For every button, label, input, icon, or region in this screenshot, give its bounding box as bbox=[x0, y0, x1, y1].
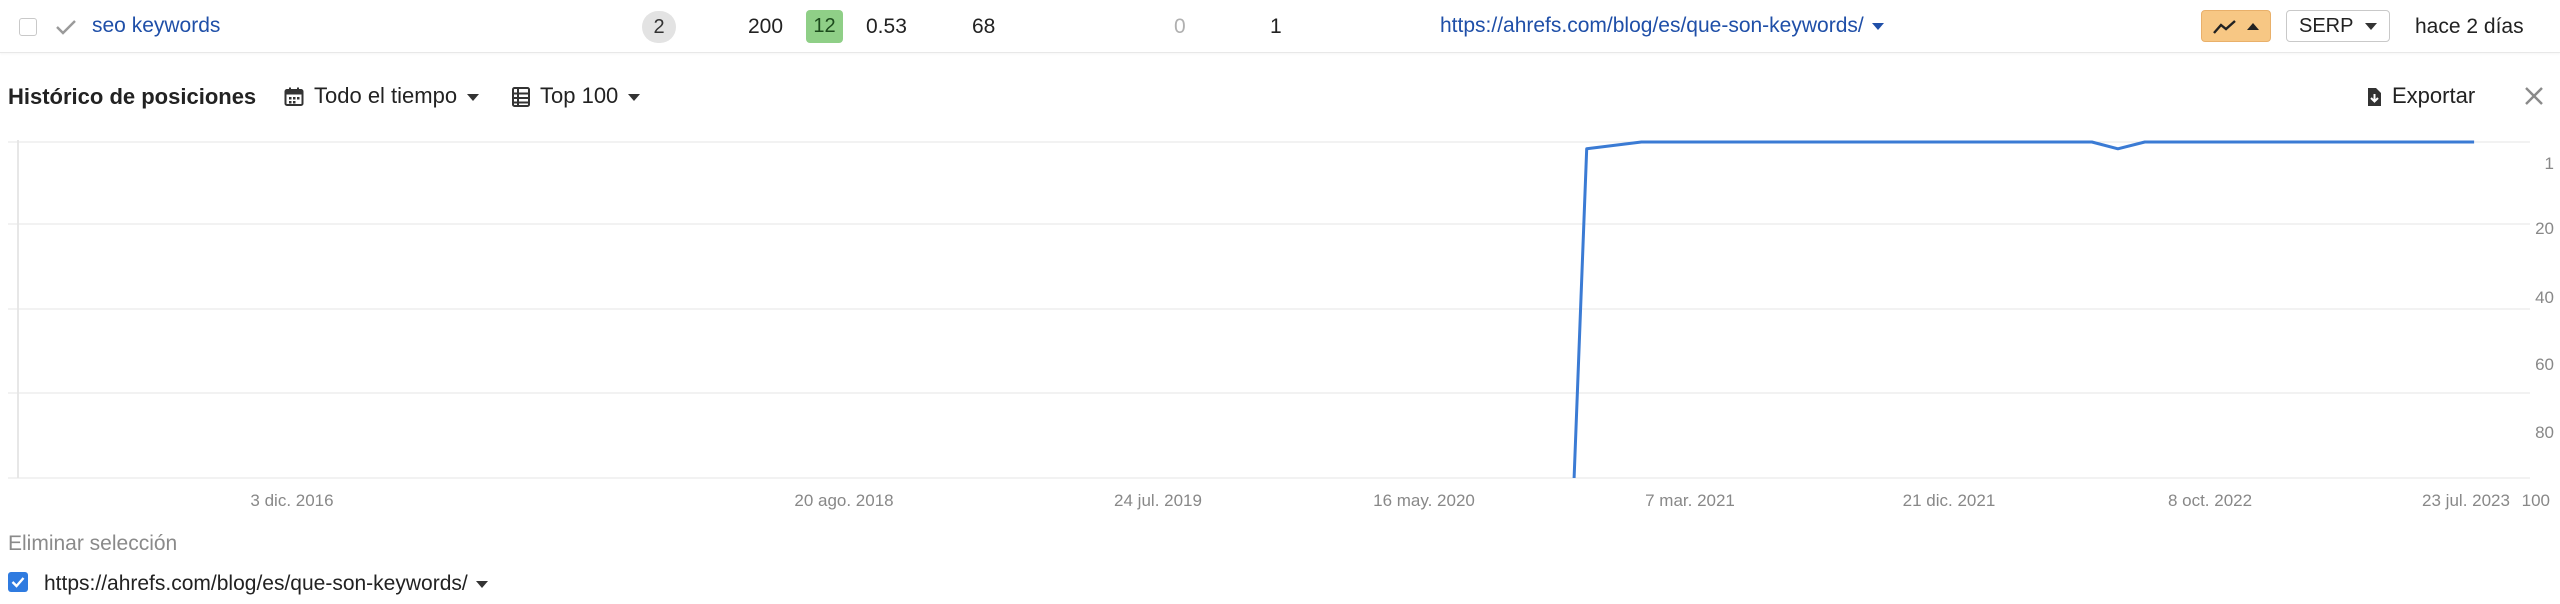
panel-title: Histórico de posiciones bbox=[8, 84, 257, 109]
keyword-link[interactable]: seo keywords bbox=[92, 14, 220, 38]
top-filter-dropdown[interactable]: Top 100 bbox=[512, 80, 641, 112]
series-checkbox[interactable] bbox=[8, 572, 28, 592]
top-filter-label: Top 100 bbox=[540, 83, 619, 108]
y-tick-label: 60 bbox=[2535, 355, 2554, 374]
date-range-label: Todo el tiempo bbox=[314, 83, 458, 108]
position-value: 1 bbox=[1270, 15, 1282, 38]
chevron-down-icon bbox=[467, 93, 480, 101]
updated-time: hace 2 días bbox=[2415, 15, 2524, 38]
traffic-value: 68 bbox=[972, 15, 996, 38]
url-link[interactable]: https://ahrefs.com/blog/es/que-son-keywo… bbox=[1440, 14, 1884, 38]
y-tick-label: 1 bbox=[2545, 154, 2554, 173]
caret-up-icon bbox=[2247, 23, 2259, 30]
series-line bbox=[1572, 140, 2475, 479]
x-tick-label: 24 jul. 2019 bbox=[1114, 491, 1202, 510]
x-tick-label: 8 oct. 2022 bbox=[2168, 491, 2252, 510]
export-button[interactable]: Exportar bbox=[2366, 80, 2475, 112]
kd-badge: 2 bbox=[642, 11, 676, 43]
export-label: Exportar bbox=[2392, 83, 2476, 108]
series-url-dropdown[interactable]: https://ahrefs.com/blog/es/que-son-keywo… bbox=[44, 572, 488, 596]
serp-label: SERP bbox=[2299, 15, 2354, 37]
y-tick-label: 40 bbox=[2535, 288, 2554, 307]
x-tick-label: 16 may. 2020 bbox=[1373, 491, 1475, 510]
serp-button[interactable]: SERP bbox=[2286, 10, 2390, 42]
y-tick-label: 20 bbox=[2535, 219, 2554, 238]
x-tick-label: 21 dic. 2021 bbox=[1903, 491, 1996, 510]
paid-value: 0 bbox=[1174, 15, 1186, 38]
table-icon bbox=[512, 87, 530, 108]
x-tick-label: 23 jul. 2023 bbox=[2422, 491, 2510, 510]
keyword-row: seo keywords 2 200 12 0.53 68 0 1 https:… bbox=[0, 0, 2560, 53]
date-range-dropdown[interactable]: Todo el tiempo bbox=[284, 80, 480, 112]
chevron-down-icon bbox=[475, 580, 488, 588]
trend-icon bbox=[2213, 20, 2236, 34]
checkmark-icon bbox=[11, 577, 25, 588]
trend-button[interactable] bbox=[2201, 10, 2271, 42]
volume-value: 200 bbox=[748, 15, 784, 38]
calendar-icon bbox=[284, 87, 304, 107]
close-icon[interactable] bbox=[2524, 86, 2544, 106]
score-badge: 12 bbox=[806, 10, 843, 43]
x-tick-label: 20 ago. 2018 bbox=[794, 491, 893, 510]
chevron-down-icon bbox=[628, 93, 641, 101]
download-icon bbox=[2368, 88, 2381, 107]
check-icon bbox=[56, 20, 76, 35]
x-tick-label: 7 mar. 2021 bbox=[1645, 491, 1735, 510]
x-tick-label: 3 dic. 2016 bbox=[250, 491, 333, 510]
series-url-label: https://ahrefs.com/blog/es/que-son-keywo… bbox=[44, 572, 468, 595]
clear-selection-link[interactable]: Eliminar selección bbox=[8, 532, 177, 556]
position-history-chart: 1 20 40 60 80 100 3 dic. 2016 20 ago. 2018 24 ju… bbox=[8, 140, 2554, 510]
cpc-value: 0.53 bbox=[866, 15, 907, 38]
chevron-down-icon bbox=[2365, 23, 2377, 30]
url-dropdown-icon[interactable] bbox=[1871, 22, 1884, 30]
y-tick-label: 100 bbox=[2522, 491, 2550, 510]
url-link-text[interactable]: https://ahrefs.com/blog/es/que-son-keywo… bbox=[1440, 14, 1864, 37]
y-tick-label: 80 bbox=[2535, 423, 2554, 442]
row-checkbox[interactable] bbox=[19, 18, 37, 36]
